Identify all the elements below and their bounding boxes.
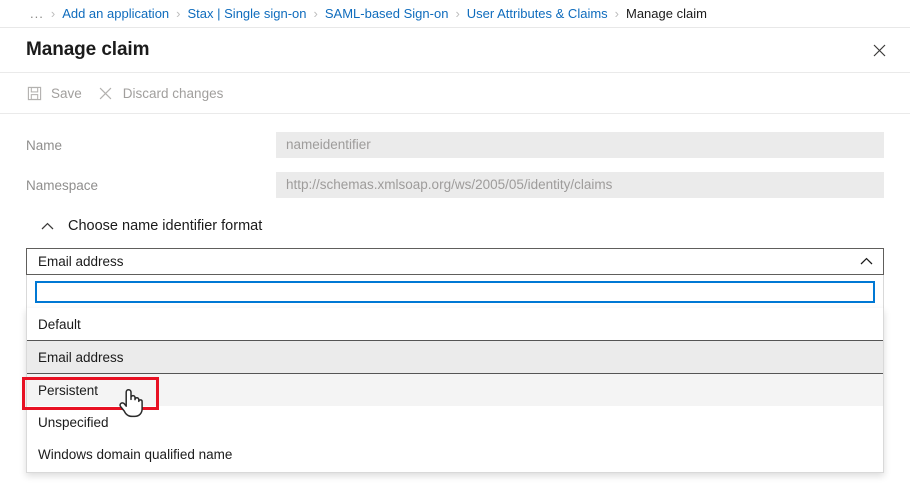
breadcrumb-item-manage-claim: Manage claim [626,6,707,21]
dropdown-filter-input[interactable] [35,281,875,303]
section-title: Choose name identifier format [68,218,263,234]
blade-header: Manage claim [0,28,910,73]
dropdown-option-default[interactable]: Default [27,308,883,340]
claim-form: Name nameidentifier Namespace http://sch… [0,114,910,238]
option-label: Email address [38,349,124,365]
breadcrumb-item-user-attributes-claims[interactable]: User Attributes & Claims [467,6,608,21]
breadcrumb-ellipsis[interactable]: ... [30,6,44,21]
chevron-up-icon [40,219,54,233]
option-label: Unspecified [38,414,109,430]
discard-changes-button-label: Discard changes [122,85,224,101]
form-row-name: Name nameidentifier [26,132,884,158]
chevron-up-icon [860,255,873,268]
option-label: Default [38,316,81,332]
option-label: Persistent [38,382,99,398]
command-bar: Save Discard changes [0,73,910,114]
name-field-label: Name [26,137,63,153]
breadcrumb: ... › Add an application › Stax | Single… [0,0,910,28]
page-title: Manage claim [26,39,150,60]
dropdown-toggle[interactable]: Email address [26,248,884,275]
dropdown-option-list: Default Email address Persistent Unspeci… [26,308,884,473]
save-icon [26,85,42,101]
breadcrumb-separator: › [455,6,460,21]
namespace-field-label: Namespace [26,177,99,193]
namespace-field: http://schemas.xmlsoap.org/ws/2005/05/id… [276,172,884,198]
dropdown-selected-value: Email address [38,254,124,269]
form-row-namespace: Namespace http://schemas.xmlsoap.org/ws/… [26,172,884,198]
dropdown-option-unspecified[interactable]: Unspecified [27,406,883,438]
dropdown-option-email-address[interactable]: Email address [27,340,883,374]
breadcrumb-separator: › [614,6,619,21]
breadcrumb-item-saml-based-sign-on[interactable]: SAML-based Sign-on [325,6,449,21]
discard-x-icon [98,85,114,101]
dropdown-option-persistent[interactable]: Persistent [27,374,883,406]
option-label: Windows domain qualified name [38,446,233,462]
breadcrumb-item-stax-single-sign-on[interactable]: Stax | Single sign-on [188,6,307,21]
dropdown-filter-region [26,275,884,308]
save-button-label: Save [51,85,82,101]
close-icon[interactable] [866,37,892,63]
breadcrumb-separator: › [313,6,318,21]
name-identifier-format-dropdown: Email address Default Email address Pers… [26,248,884,473]
breadcrumb-separator: › [176,6,181,21]
breadcrumb-item-add-an-application[interactable]: Add an application [62,6,169,21]
name-field: nameidentifier [276,132,884,158]
discard-changes-button[interactable]: Discard changes [94,80,234,106]
save-button[interactable]: Save [22,80,92,106]
dropdown-option-windows-domain-qualified-name[interactable]: Windows domain qualified name [27,438,883,470]
choose-name-identifier-format-toggle[interactable]: Choose name identifier format [38,214,268,238]
breadcrumb-separator: › [50,6,56,21]
